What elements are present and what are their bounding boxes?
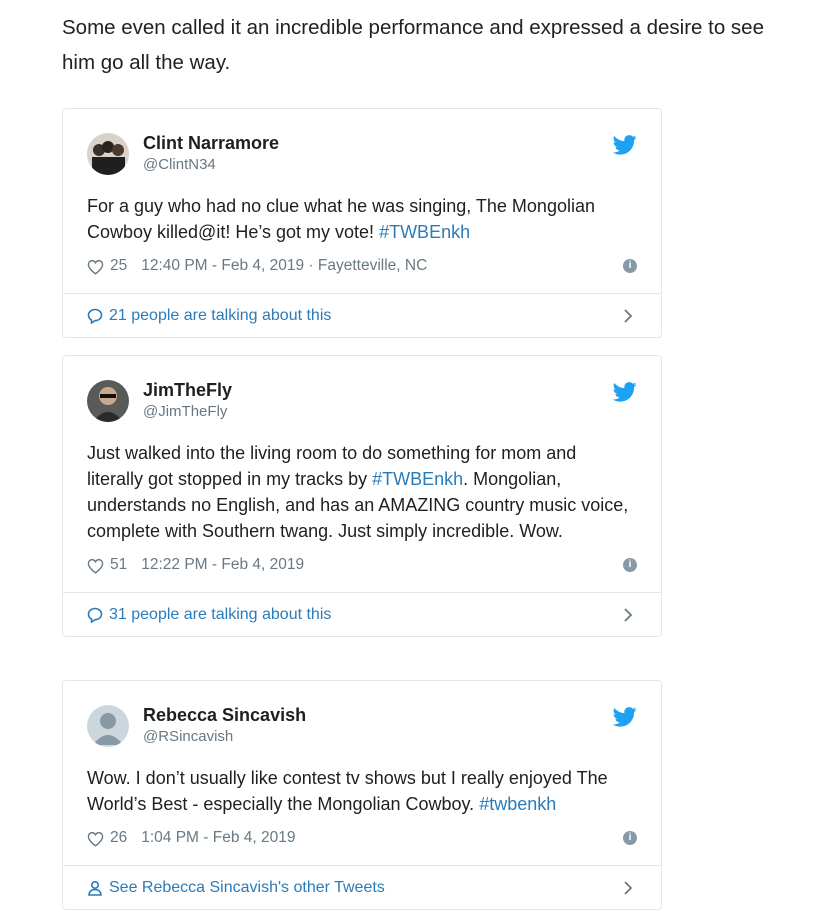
- chevron-right-icon: [624, 608, 633, 622]
- twitter-bird-icon[interactable]: [613, 382, 637, 402]
- heart-icon[interactable]: [87, 831, 104, 847]
- author-name[interactable]: JimTheFly: [143, 380, 232, 401]
- hashtag-link[interactable]: #TWBEnkh: [372, 469, 463, 489]
- heart-icon[interactable]: [87, 259, 104, 275]
- speech-bubble-icon: [87, 308, 103, 324]
- avatar[interactable]: [87, 380, 129, 422]
- like-count[interactable]: 25: [110, 257, 127, 275]
- speech-bubble-icon: [87, 607, 103, 623]
- like-count[interactable]: 51: [110, 556, 127, 574]
- intro-paragraph: Some even called it an incredible perfor…: [62, 16, 764, 74]
- tweet-text: Wow. I don’t usually like contest tv sho…: [87, 768, 608, 814]
- person-icon: [88, 880, 102, 896]
- tweet-timestamp[interactable]: 12:40 PM - Feb 4, 2019 · Fayetteville, N…: [141, 257, 427, 275]
- twitter-bird-icon[interactable]: [613, 135, 637, 155]
- footer-label: See Rebecca Sincavish's other Tweets: [109, 878, 385, 896]
- avatar[interactable]: [87, 133, 129, 175]
- hashtag-link[interactable]: #twbenkh: [479, 794, 556, 814]
- chevron-right-icon: [624, 881, 633, 895]
- author-name[interactable]: Clint Narramore: [143, 133, 279, 154]
- heart-icon[interactable]: [87, 558, 104, 574]
- like-count[interactable]: 26: [110, 829, 127, 847]
- info-icon[interactable]: i: [623, 831, 637, 845]
- avatar[interactable]: [87, 705, 129, 747]
- info-icon[interactable]: i: [623, 259, 637, 273]
- tweet-footer-link[interactable]: See Rebecca Sincavish's other Tweets: [63, 865, 661, 909]
- tweet-timestamp[interactable]: 12:22 PM - Feb 4, 2019: [141, 556, 304, 574]
- chevron-right-icon: [624, 309, 633, 323]
- tweet-text: Just walked into the living room to do s…: [87, 443, 629, 541]
- tweet-footer-link[interactable]: 31 people are talking about this: [63, 592, 661, 636]
- author-handle[interactable]: @JimTheFly: [143, 401, 232, 422]
- author-handle[interactable]: @ClintN34: [143, 154, 279, 175]
- info-icon[interactable]: i: [623, 558, 637, 572]
- hashtag-link[interactable]: #TWBEnkh: [379, 222, 470, 242]
- embedded-tweet: Clint Narramore @ClintN34 For a guy who …: [62, 108, 662, 338]
- embedded-tweet: Rebecca Sincavish @RSincavish Wow. I don…: [62, 680, 662, 910]
- twitter-bird-icon[interactable]: [613, 707, 637, 727]
- tweet-text: For a guy who had no clue what he was si…: [87, 196, 595, 242]
- tweet-timestamp[interactable]: 1:04 PM - Feb 4, 2019: [141, 829, 295, 847]
- footer-label: 31 people are talking about this: [109, 605, 332, 623]
- author-handle[interactable]: @RSincavish: [143, 726, 306, 747]
- embedded-tweet: JimTheFly @JimTheFly Just walked into th…: [62, 355, 662, 637]
- footer-label: 21 people are talking about this: [109, 306, 332, 324]
- tweet-footer-link[interactable]: 21 people are talking about this: [63, 293, 661, 337]
- author-name[interactable]: Rebecca Sincavish: [143, 705, 306, 726]
